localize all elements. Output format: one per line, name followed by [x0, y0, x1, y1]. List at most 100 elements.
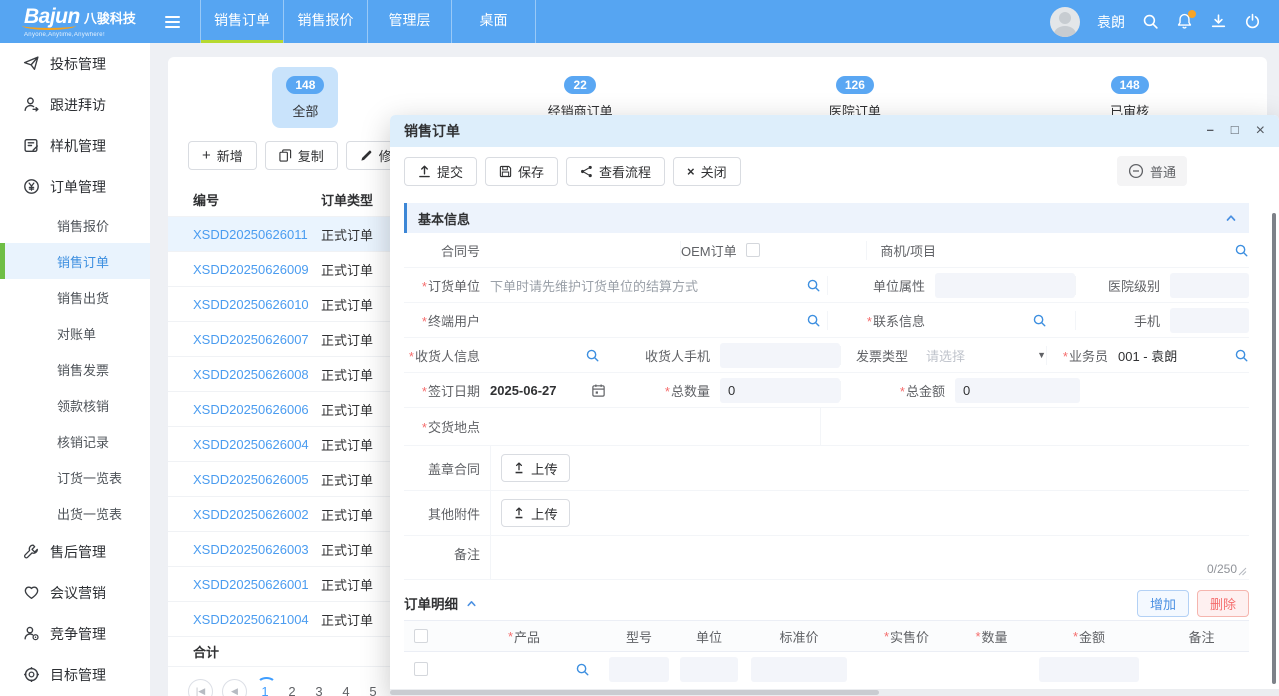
- page-1[interactable]: 1: [256, 684, 274, 696]
- search-icon[interactable]: [1234, 243, 1249, 258]
- order-no-link[interactable]: XSDD20250626001: [193, 577, 321, 592]
- order-no-link[interactable]: XSDD20250626003: [193, 542, 321, 557]
- modal-horizontal-scrollbar[interactable]: [390, 689, 1279, 696]
- search-icon[interactable]: [806, 278, 821, 293]
- consignee-mobile-input: [720, 343, 840, 368]
- menu-toggle-icon[interactable]: [152, 16, 192, 28]
- priority-chip[interactable]: 普通: [1117, 156, 1187, 186]
- invoice-type-select[interactable]: 请选择 ▼: [918, 346, 1046, 365]
- order-no-link[interactable]: XSDD20250626005: [193, 472, 321, 487]
- remark-textarea[interactable]: [490, 536, 1249, 579]
- sidebar-item-1[interactable]: 跟进拜访: [0, 84, 150, 125]
- add-button[interactable]: + 新增: [188, 141, 257, 170]
- power-icon[interactable]: [1244, 13, 1261, 30]
- bell-icon[interactable]: [1176, 13, 1193, 30]
- order-no-link[interactable]: XSDD20250626009: [193, 262, 321, 277]
- search-icon[interactable]: [585, 348, 600, 363]
- nav-tab-2[interactable]: 管理层: [368, 0, 452, 43]
- prev-page-button[interactable]: ◀: [222, 679, 247, 696]
- row-checkbox[interactable]: [414, 662, 428, 676]
- order-unit-input[interactable]: 下单时请先维护订货单位的结算方式: [490, 276, 827, 295]
- order-no-link[interactable]: XSDD20250626011: [193, 227, 321, 242]
- close-button[interactable]: × 关闭: [673, 157, 741, 186]
- sidebar-item-7[interactable]: 目标管理: [0, 654, 150, 695]
- contact-label: *联系信息: [827, 311, 935, 330]
- detail-delete-button[interactable]: 删除: [1197, 590, 1249, 617]
- opportunity-label: 商机/项目: [866, 241, 946, 260]
- view-flow-button[interactable]: 查看流程: [566, 157, 665, 186]
- sidebar-item-6[interactable]: 竞争管理: [0, 613, 150, 654]
- minimize-icon[interactable]: –: [1207, 123, 1214, 139]
- sidebar-subitem-6[interactable]: 核销记录: [0, 423, 150, 459]
- page-4[interactable]: 4: [337, 684, 355, 696]
- nav-tab-1[interactable]: 销售报价: [284, 0, 368, 43]
- sidebar-item-4[interactable]: 售后管理: [0, 531, 150, 572]
- basic-info-section-header[interactable]: 基本信息: [404, 203, 1249, 233]
- wrench-icon: [23, 543, 40, 560]
- sidebar-subitem-7[interactable]: 订货一览表: [0, 459, 150, 495]
- close-icon[interactable]: ×: [1256, 123, 1265, 139]
- order-no-link[interactable]: XSDD20250626006: [193, 402, 321, 417]
- consignee-input[interactable]: [490, 348, 610, 363]
- sidebar-item-2[interactable]: 样机管理: [0, 125, 150, 166]
- order-no-link[interactable]: XSDD20250626010: [193, 297, 321, 312]
- delivery-input-2[interactable]: [820, 408, 1249, 445]
- contact-input[interactable]: [935, 313, 1075, 328]
- sidebar-subitem-2[interactable]: 销售出货: [0, 279, 150, 315]
- maximize-icon[interactable]: □: [1231, 123, 1239, 139]
- oem-checkbox[interactable]: [746, 243, 760, 257]
- order-no-link[interactable]: XSDD20250626008: [193, 367, 321, 382]
- sidebar-subitem-3[interactable]: 对账单: [0, 315, 150, 351]
- detail-add-button[interactable]: 增加: [1137, 590, 1189, 617]
- search-icon[interactable]: [1032, 313, 1047, 328]
- sidebar-subitem-8[interactable]: 出货一览表: [0, 495, 150, 531]
- search-icon[interactable]: [806, 313, 821, 328]
- sidebar-item-3[interactable]: 订单管理: [0, 166, 150, 207]
- user-name[interactable]: 袁朗: [1097, 12, 1125, 32]
- stamped-contract-upload-button[interactable]: 上传: [501, 454, 570, 482]
- page-3[interactable]: 3: [310, 684, 328, 696]
- order-no-link[interactable]: XSDD20250626007: [193, 332, 321, 347]
- product-input[interactable]: [444, 662, 604, 677]
- modal-vertical-scrollbar[interactable]: [1272, 213, 1276, 684]
- nav-tab-3[interactable]: 桌面: [452, 0, 536, 43]
- select-all-checkbox[interactable]: [414, 629, 428, 643]
- collapse-chevron-icon[interactable]: [1224, 211, 1238, 225]
- submit-button[interactable]: 提交: [404, 157, 477, 186]
- sidebar-item-5[interactable]: 会议营销: [0, 572, 150, 613]
- sidebar-item-label: 目标管理: [50, 665, 106, 685]
- end-user-input[interactable]: [490, 313, 827, 328]
- order-no-link[interactable]: XSDD20250626004: [193, 437, 321, 452]
- search-icon[interactable]: [1142, 13, 1159, 30]
- search-icon[interactable]: [1234, 348, 1249, 363]
- calendar-icon[interactable]: [591, 383, 606, 398]
- invoice-type-label: 发票类型: [840, 346, 918, 365]
- avatar[interactable]: [1050, 7, 1080, 37]
- first-page-button[interactable]: |◀: [188, 679, 213, 696]
- salesman-input[interactable]: 001 - 袁朗: [1118, 346, 1249, 365]
- flow-icon: [580, 165, 593, 178]
- save-button[interactable]: 保存: [485, 157, 558, 186]
- sign-date-input[interactable]: 2025-06-27: [490, 383, 610, 398]
- sidebar-subitem-0[interactable]: 销售报价: [0, 207, 150, 243]
- oem-label: OEM订单: [680, 241, 746, 260]
- sidebar-subitem-1[interactable]: 销售订单: [0, 243, 150, 279]
- sidebar-item-0[interactable]: 投标管理: [0, 43, 150, 84]
- stamped-contract-label: 盖章合同: [404, 459, 490, 478]
- caret-down-icon: ▼: [1037, 350, 1046, 360]
- sidebar-subitem-4[interactable]: 销售发票: [0, 351, 150, 387]
- nav-tab-0[interactable]: 销售订单: [200, 0, 284, 43]
- page-5[interactable]: 5: [364, 684, 382, 696]
- copy-button[interactable]: 复制: [265, 141, 338, 170]
- attachment-label: 其他附件: [404, 504, 490, 523]
- sidebar-subitem-5[interactable]: 领款核销: [0, 387, 150, 423]
- collapse-chevron-icon[interactable]: [465, 597, 478, 610]
- order-no-link[interactable]: XSDD20250621004: [193, 612, 321, 627]
- order-no-link[interactable]: XSDD20250626002: [193, 507, 321, 522]
- page-2[interactable]: 2: [283, 684, 301, 696]
- opportunity-input[interactable]: [946, 243, 1249, 258]
- attachment-upload-button[interactable]: 上传: [501, 499, 570, 527]
- search-icon[interactable]: [575, 662, 590, 677]
- mobile-input: [1170, 308, 1249, 333]
- download-icon[interactable]: [1210, 13, 1227, 30]
